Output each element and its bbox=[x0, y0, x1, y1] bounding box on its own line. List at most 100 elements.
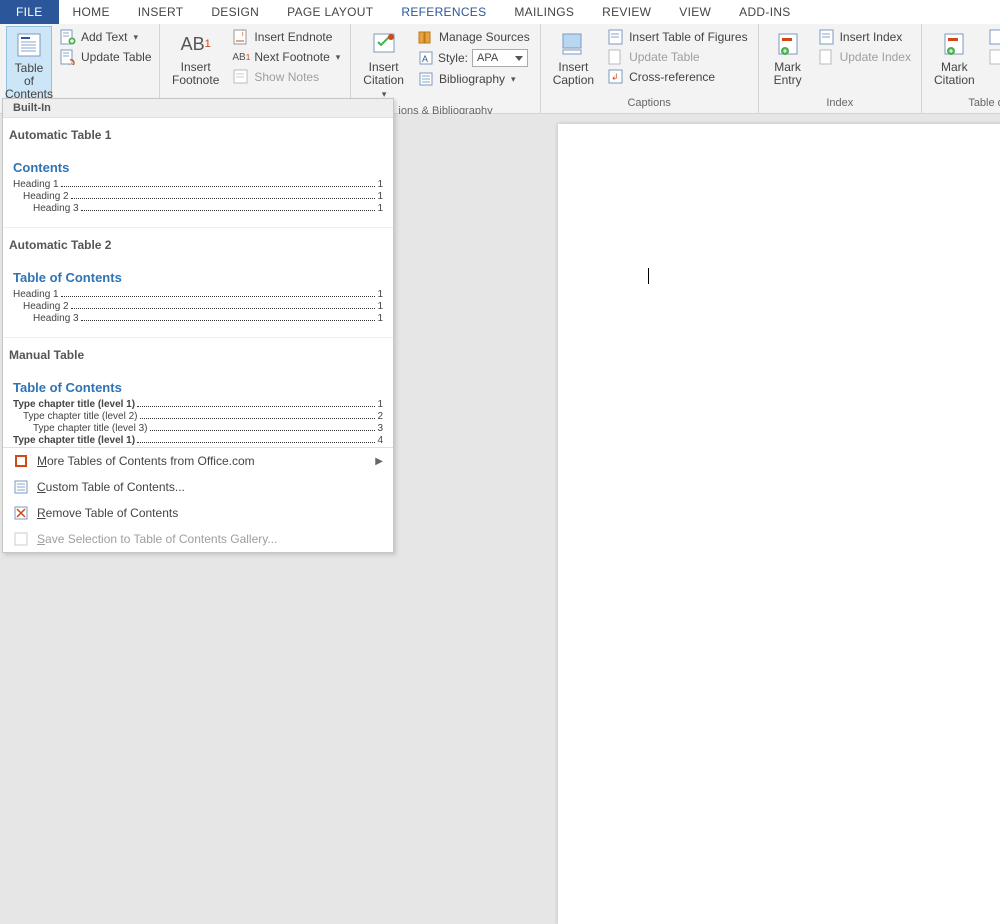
tab-design[interactable]: DESIGN bbox=[197, 0, 273, 24]
insert-tof-label: Insert Table of Figures bbox=[629, 30, 748, 44]
update-index-icon bbox=[819, 49, 835, 65]
endnote-icon: i bbox=[233, 29, 249, 45]
manual-heading: Table of Contents bbox=[13, 380, 383, 395]
gallery-item-auto1[interactable]: Automatic Table 1 Contents Heading 11 He… bbox=[3, 118, 393, 228]
gallery-item-manual[interactable]: Manual Table Table of Contents Type chap… bbox=[3, 338, 393, 446]
toc-entry: Type chapter title (level 1) bbox=[13, 435, 135, 446]
update-table-button[interactable]: Update Table bbox=[56, 48, 156, 66]
crossref-icon: ↲ bbox=[608, 69, 624, 85]
toc-entry: Type chapter title (level 3) bbox=[33, 423, 148, 434]
auto2-heading: Table of Contents bbox=[13, 270, 383, 285]
update-tof-label: Update Table bbox=[629, 50, 700, 64]
manual-title: Manual Table bbox=[9, 348, 387, 362]
toc-page: 1 bbox=[377, 399, 383, 410]
remove-toc-label: Remove Table of Contents bbox=[37, 506, 178, 520]
toc-entry: Heading 3 bbox=[33, 313, 79, 324]
toc-page: 1 bbox=[377, 191, 383, 202]
manage-sources-button[interactable]: Manage Sources bbox=[414, 28, 534, 46]
mark-citation-button[interactable]: Mark Citation bbox=[928, 26, 981, 95]
update-tof-button[interactable]: Update Table bbox=[604, 48, 752, 66]
caption-icon bbox=[559, 30, 587, 58]
insert-citation-button[interactable]: Insert Citation ▾ bbox=[357, 26, 410, 103]
tab-mailings[interactable]: MAILINGS bbox=[500, 0, 588, 24]
insert-endnote-button[interactable]: i Insert Endnote bbox=[229, 28, 344, 46]
insert-toa-button[interactable]: Insert Tab bbox=[985, 28, 1000, 46]
custom-toc-button[interactable]: Custom Table of Contents... bbox=[3, 474, 393, 500]
tab-file[interactable]: FILE bbox=[0, 0, 59, 24]
toc-entry: Heading 2 bbox=[23, 301, 69, 312]
remove-toc-button[interactable]: Remove Table of Contents bbox=[3, 500, 393, 526]
insert-index-button[interactable]: Insert Index bbox=[815, 28, 915, 46]
office-icon bbox=[13, 453, 29, 469]
tab-insert[interactable]: INSERT bbox=[124, 0, 198, 24]
tab-references[interactable]: REFERENCES bbox=[387, 0, 500, 24]
next-footnote-button[interactable]: AB1 Next Footnote▾ bbox=[229, 48, 344, 66]
next-footnote-icon: AB1 bbox=[233, 49, 249, 65]
toc-entry: Heading 1 bbox=[13, 179, 59, 190]
mark-entry-l2: Entry bbox=[774, 74, 802, 87]
toc-page: 3 bbox=[377, 423, 383, 434]
remove-toc-icon bbox=[13, 505, 29, 521]
auto2-title: Automatic Table 2 bbox=[9, 238, 387, 252]
toc-gallery: Built-In Automatic Table 1 Contents Head… bbox=[2, 98, 394, 553]
insert-toa-icon bbox=[989, 29, 1000, 45]
save-selection-icon bbox=[13, 531, 29, 547]
gallery-actions: More Tables of Contents from Office.com … bbox=[3, 447, 393, 552]
add-text-button[interactable]: Add Text▾ bbox=[56, 28, 156, 46]
update-toa-button[interactable]: Update T bbox=[985, 48, 1000, 66]
insert-footnote-l2: Footnote bbox=[172, 74, 219, 87]
svg-text:A: A bbox=[422, 54, 428, 64]
insert-caption-l2: Caption bbox=[553, 74, 594, 87]
group-label-index: Index bbox=[765, 95, 915, 111]
toc-entry: Heading 2 bbox=[23, 191, 69, 202]
insert-tof-button[interactable]: Insert Table of Figures bbox=[604, 28, 752, 46]
custom-toc-label: Custom Table of Contents... bbox=[37, 480, 185, 494]
toc-page: 4 bbox=[377, 435, 383, 446]
update-tof-icon bbox=[608, 49, 624, 65]
bibliography-button[interactable]: Bibliography▾ bbox=[414, 70, 534, 88]
cross-reference-label: Cross-reference bbox=[629, 70, 715, 84]
insert-footnote-button[interactable]: AB1 Insert Footnote bbox=[166, 26, 225, 95]
tab-bar: FILE HOME INSERT DESIGN PAGE LAYOUT REFE… bbox=[0, 0, 1000, 24]
insert-caption-button[interactable]: Insert Caption bbox=[547, 26, 600, 95]
text-cursor bbox=[648, 268, 649, 284]
gallery-item-auto2[interactable]: Automatic Table 2 Table of Contents Head… bbox=[3, 228, 393, 338]
citation-icon bbox=[370, 30, 398, 58]
show-notes-button[interactable]: Show Notes bbox=[229, 68, 344, 86]
tab-view[interactable]: VIEW bbox=[665, 0, 725, 24]
chevron-down-icon: ▾ bbox=[511, 74, 516, 85]
save-selection-button: Save Selection to Table of Contents Gall… bbox=[3, 526, 393, 552]
update-toa-icon bbox=[989, 49, 1000, 65]
style-icon: A bbox=[418, 50, 434, 66]
footnote-icon: AB1 bbox=[182, 30, 210, 58]
toc-label-1: Table of bbox=[13, 62, 45, 88]
tof-icon bbox=[608, 29, 624, 45]
insert-index-label: Insert Index bbox=[840, 30, 903, 44]
mark-citation-icon bbox=[940, 30, 968, 58]
tab-addins[interactable]: ADD-INS bbox=[725, 0, 804, 24]
update-index-button[interactable]: Update Index bbox=[815, 48, 915, 66]
cross-reference-button[interactable]: ↲ Cross-reference bbox=[604, 68, 752, 86]
group-label-captions: Captions bbox=[547, 95, 752, 111]
tab-review[interactable]: REVIEW bbox=[588, 0, 665, 24]
tab-home[interactable]: HOME bbox=[59, 0, 124, 24]
tab-page-layout[interactable]: PAGE LAYOUT bbox=[273, 0, 387, 24]
mark-entry-icon bbox=[774, 30, 802, 58]
more-tocs-label: More Tables of Contents from Office.com bbox=[37, 454, 255, 468]
insert-endnote-label: Insert Endnote bbox=[254, 30, 332, 44]
manage-sources-icon bbox=[418, 29, 434, 45]
show-notes-label: Show Notes bbox=[254, 70, 319, 84]
document-page[interactable] bbox=[558, 124, 1000, 924]
update-table-icon bbox=[60, 49, 76, 65]
svg-text:↲: ↲ bbox=[611, 72, 619, 82]
toc-icon bbox=[15, 31, 43, 59]
add-text-icon bbox=[60, 29, 76, 45]
group-index: Mark Entry Insert Index Update Index Ind… bbox=[759, 24, 922, 113]
toc-page: 1 bbox=[377, 179, 383, 190]
style-label: Style: bbox=[438, 51, 468, 65]
auto1-heading: Contents bbox=[13, 160, 383, 175]
more-tocs-button[interactable]: More Tables of Contents from Office.com … bbox=[3, 448, 393, 474]
show-notes-icon bbox=[233, 69, 249, 85]
style-select[interactable]: APA bbox=[472, 49, 528, 67]
mark-entry-button[interactable]: Mark Entry bbox=[765, 26, 811, 95]
